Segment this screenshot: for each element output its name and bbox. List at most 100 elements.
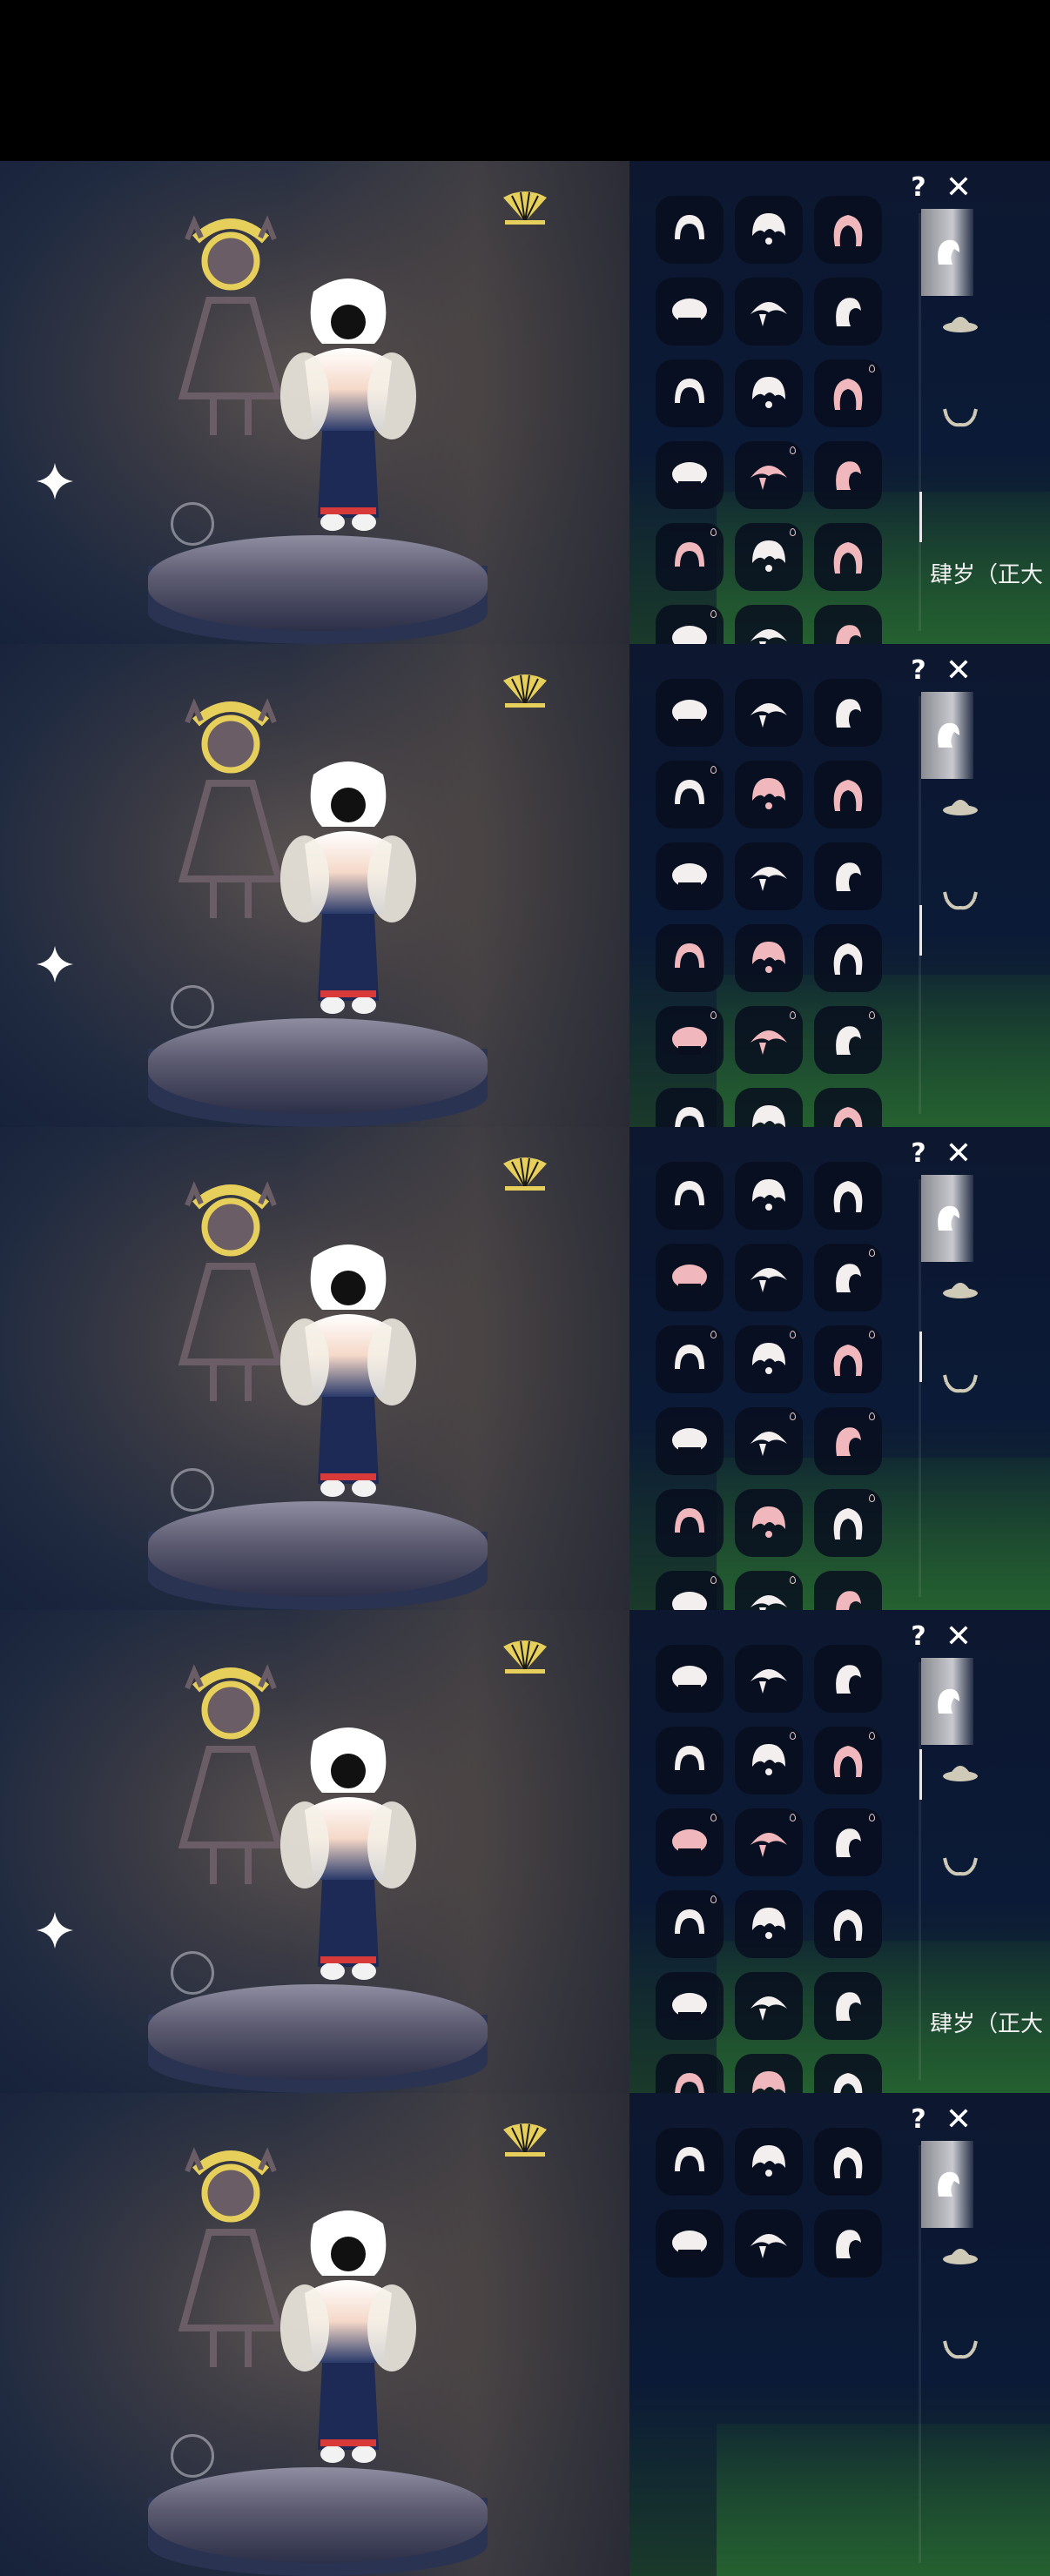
category-tab-horns[interactable] [921, 2311, 1000, 2389]
hair-item-hair-short-icon[interactable] [656, 1088, 724, 1127]
camera-circle-button[interactable] [171, 2434, 214, 2478]
hair-item-hair-ears-icon[interactable] [814, 1808, 882, 1876]
hair-item-hair-bun-icon[interactable] [656, 2054, 724, 2093]
hair-item-hair-ponytail-icon[interactable] [735, 1162, 803, 1230]
hair-item-hair-hood-icon[interactable] [735, 679, 803, 747]
fan-emote-icon[interactable] [496, 1636, 554, 1676]
category-tab-horns[interactable] [921, 379, 1000, 457]
hair-item-hair-twin-buns-icon[interactable] [656, 761, 724, 828]
hair-item-hair-flower-icon[interactable] [735, 1006, 803, 1074]
hair-item-hair-witch-hat-icon[interactable] [735, 1972, 803, 2040]
hair-item-hair-saucer-hat-icon[interactable] [735, 1325, 803, 1393]
hair-item-hair-long-icon[interactable] [814, 679, 882, 747]
hair-item-hair-headband-icon[interactable] [656, 1006, 724, 1074]
hair-item-hair-curly-icon[interactable] [814, 1325, 882, 1393]
hair-item-hair-curl-icon[interactable] [656, 1325, 724, 1393]
close-button[interactable]: ✕ [941, 2102, 976, 2137]
hair-item-hair-braids-icon[interactable] [735, 842, 803, 910]
fan-emote-icon[interactable] [496, 1153, 554, 1193]
hair-item-hair-bow-icon[interactable] [814, 605, 882, 644]
hair-item-hair-spread-icon[interactable] [656, 1972, 724, 2040]
hair-item-hair-wavy-icon[interactable] [656, 1489, 724, 1557]
help-button[interactable]: ? [901, 2102, 936, 2137]
hair-item-hair-pigtails-icon[interactable] [735, 196, 803, 264]
hair-item-hair-wide-hat-icon[interactable] [656, 1808, 724, 1876]
hair-item-hair-braid-icon[interactable] [735, 1571, 803, 1610]
hair-item-hair-bob-icon[interactable] [656, 679, 724, 747]
camera-circle-button[interactable] [171, 1468, 214, 1512]
camera-circle-button[interactable] [171, 1951, 214, 1995]
hair-item-hair-long-icon[interactable] [735, 2128, 803, 2196]
hair-item-hair-bun-pink-icon[interactable] [656, 523, 724, 591]
hair-item-hair-small-icon[interactable] [656, 1890, 724, 1958]
hair-item-hair-side-pink-icon[interactable] [814, 1407, 882, 1475]
hair-item-hair-wing-icon[interactable] [656, 1645, 724, 1713]
hair-item-hair-wavy-pink-icon[interactable] [814, 1088, 882, 1127]
hair-item-hair-curl-icon[interactable] [735, 278, 803, 345]
close-button[interactable]: ✕ [941, 1136, 976, 1171]
hair-item-hair-fluffy-icon[interactable] [656, 1407, 724, 1475]
hair-item-hair-curly-icon[interactable] [656, 924, 724, 992]
hair-item-hair-saucer-hat-icon[interactable] [735, 1808, 803, 1876]
hair-item-hair-bob-icon[interactable] [656, 2128, 724, 2196]
hair-item-hair-long-pink-icon[interactable] [735, 761, 803, 828]
category-tab-hat[interactable] [921, 1249, 1000, 1327]
hair-item-hood-grey-icon[interactable] [656, 1727, 724, 1794]
hair-item-hair-flower-icon[interactable] [814, 359, 882, 427]
hair-item-hair-bow-icon[interactable] [814, 1571, 882, 1610]
hair-item-hair-swept-icon[interactable] [814, 1162, 882, 1230]
hair-item-hair-flat-icon[interactable] [735, 2210, 803, 2277]
hair-item-hair-bun-icon[interactable] [656, 1571, 724, 1610]
fan-emote-icon[interactable] [496, 670, 554, 710]
hair-item-hair-bun-icon[interactable] [656, 196, 724, 264]
sparkle-icon[interactable] [35, 461, 75, 501]
hair-item-hair-hat-bow-icon[interactable] [814, 1727, 882, 1794]
camera-circle-button[interactable] [171, 502, 214, 546]
hair-item-hair-bob-icon[interactable] [656, 1244, 724, 1311]
category-tab-horns[interactable] [921, 1345, 1000, 1423]
help-button[interactable]: ? [901, 653, 936, 688]
hair-item-hair-swept-icon[interactable] [814, 2128, 882, 2196]
hair-item-hair-wave-icon[interactable] [735, 605, 803, 644]
hair-item-hair-spiky-icon[interactable] [735, 1727, 803, 1794]
hair-item-hair-bob-icon[interactable] [814, 2054, 882, 2093]
hair-item-hair-side-pink-icon[interactable] [814, 761, 882, 828]
hair-item-hair-spiky-icon[interactable] [814, 2210, 882, 2277]
close-button[interactable]: ✕ [941, 653, 976, 688]
hair-item-hair-long-icon[interactable] [735, 1407, 803, 1475]
close-button[interactable]: ✕ [941, 1619, 976, 1654]
hair-item-hair-crown-icon[interactable] [656, 842, 724, 910]
hair-item-hair-long-pink-icon[interactable] [814, 196, 882, 264]
hair-item-hair-straight-icon[interactable] [814, 842, 882, 910]
hair-item-hair-straight-icon[interactable] [814, 523, 882, 591]
category-tab-hat[interactable] [921, 283, 1000, 361]
camera-circle-button[interactable] [171, 985, 214, 1029]
hair-item-hair-twin-icon[interactable] [735, 2054, 803, 2093]
fan-emote-icon[interactable] [496, 187, 554, 227]
close-button[interactable]: ✕ [941, 170, 976, 205]
hair-item-hair-spiky-icon[interactable] [814, 1006, 882, 1074]
hair-item-hair-hood-icon[interactable] [735, 523, 803, 591]
hair-item-hair-bob-icon[interactable] [656, 278, 724, 345]
category-tab-hat[interactable] [921, 1732, 1000, 1810]
hair-item-hair-spread-icon[interactable] [814, 1489, 882, 1557]
hair-item-hair-messy-icon[interactable] [735, 359, 803, 427]
category-tab-horns[interactable] [921, 1828, 1000, 1906]
hair-item-hair-braid-icon[interactable] [656, 605, 724, 644]
hair-item-hair-cap-icon[interactable] [735, 1489, 803, 1557]
hair-item-hair-hat-icon[interactable] [735, 441, 803, 509]
help-button[interactable]: ? [901, 170, 936, 205]
hair-item-hair-peak-icon[interactable] [735, 1645, 803, 1713]
hair-item-hair-swept-hat-icon[interactable] [814, 1972, 882, 2040]
hair-item-hair-swirl-icon[interactable] [735, 1890, 803, 1958]
hair-item-hair-short-icon[interactable] [656, 441, 724, 509]
hair-item-hair-round-icon[interactable] [656, 2210, 724, 2277]
fan-emote-icon[interactable] [496, 2119, 554, 2159]
hair-item-hair-mushroom-icon[interactable] [735, 1088, 803, 1127]
help-button[interactable]: ? [901, 1136, 936, 1171]
help-button[interactable]: ? [901, 1619, 936, 1654]
hair-item-hair-messy-icon[interactable] [735, 1244, 803, 1311]
hair-item-hair-bob-icon[interactable] [814, 924, 882, 992]
hair-item-hair-short-icon[interactable] [656, 1162, 724, 1230]
sparkle-icon[interactable] [35, 1910, 75, 1950]
